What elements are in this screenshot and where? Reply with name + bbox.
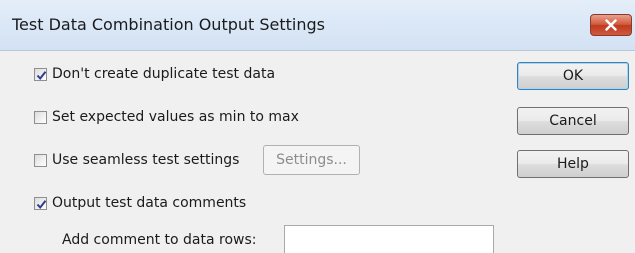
help-button[interactable]: Help xyxy=(517,150,629,178)
comment-input[interactable] xyxy=(284,225,494,253)
no-duplicates-label: Don't create duplicate test data xyxy=(52,66,276,82)
seamless-test-label: Use seamless test settings xyxy=(52,152,240,168)
comment-field-label: Add comment to data rows: xyxy=(62,232,257,248)
close-button[interactable] xyxy=(590,14,632,36)
option-expected-min-max[interactable]: Set expected values as min to max xyxy=(34,107,299,127)
checkmark-icon xyxy=(36,70,47,80)
output-comments-checkbox[interactable] xyxy=(34,196,47,210)
title-bar[interactable]: Test Data Combination Output Settings xyxy=(0,0,635,51)
window-title: Test Data Combination Output Settings xyxy=(12,15,325,34)
output-comments-label: Output test data comments xyxy=(52,195,247,211)
no-duplicates-checkbox[interactable] xyxy=(34,67,47,81)
close-icon xyxy=(605,19,617,31)
option-output-comments[interactable]: Output test data comments xyxy=(34,193,246,213)
ok-button[interactable]: OK xyxy=(517,62,629,90)
option-no-duplicates[interactable]: Don't create duplicate test data xyxy=(34,64,275,84)
expected-min-max-label: Set expected values as min to max xyxy=(52,109,299,125)
dialog-window: Test Data Combination Output Settings Do… xyxy=(0,0,635,253)
option-seamless-test[interactable]: Use seamless test settings xyxy=(34,150,239,170)
expected-min-max-checkbox[interactable] xyxy=(34,110,47,124)
settings-button[interactable]: Settings... xyxy=(263,145,360,175)
seamless-test-checkbox[interactable] xyxy=(34,153,47,167)
checkmark-icon xyxy=(36,199,47,209)
cancel-button[interactable]: Cancel xyxy=(517,107,629,135)
